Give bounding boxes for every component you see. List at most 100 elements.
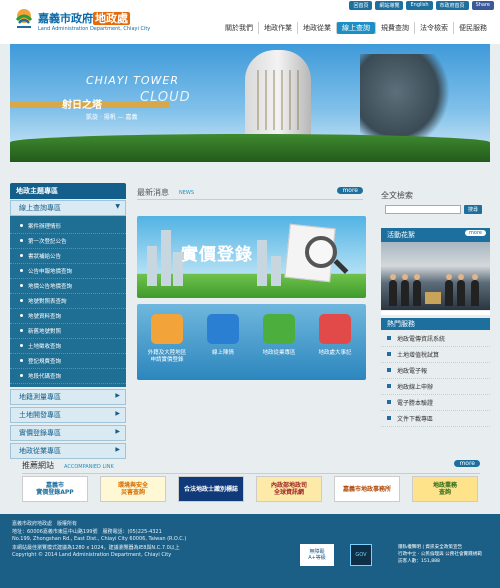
nav-fees[interactable]: 規費查詢 [375,22,414,34]
main-nav: 關於我們 地政作業 地政從業 線上查詢 規費查詢 法令檢索 便民服務 [220,22,492,34]
util-english-link[interactable]: English [406,1,433,10]
site-title-en: Land Administration Department, Chiayi C… [38,26,151,32]
sidebar-item[interactable]: 登記規費查詢 [10,354,126,369]
link-disaster[interactable]: 環境與安全 災害查詢 [100,476,166,502]
sidebar-section-online-query[interactable]: 線上查詢專區 ▼ [10,200,126,216]
person-figure [457,274,465,306]
icon-practitioner-zone[interactable]: 地政從業專區 [253,310,305,378]
chevron-down-icon: ▼ [115,203,120,210]
services-list: 地政電傳資訊系統 土地增值稅試算 地政電子報 地政線上申辦 電子謄本驗證 文件下… [381,331,490,427]
nav-operations[interactable]: 地政作業 [258,22,297,34]
link-practitioner-logo[interactable]: 合法地政士識別標誌 [178,476,244,502]
sidebar-section-survey[interactable]: 地籍測量專區 ▶ [10,389,126,405]
link-land-query[interactable]: 地政業務 查詢 [412,476,478,502]
hero-banner: CHIAYI TOWER 射日之塔 CLOUD 凱旋 · 揚帆 — 嘉義 [10,44,490,162]
util-sitemap-link[interactable]: 網站導覽 [375,1,404,10]
city-logo-icon[interactable] [14,8,34,30]
chevron-right-icon: ▶ [115,410,120,417]
service-item[interactable]: 地政電傳資訊系統 [381,331,490,347]
building-shape [147,246,157,286]
left-sidebar: 地政主題專區 線上查詢專區 ▼ 案件辦理情形 第一次登記公告 書狀補給公告 公告… [10,183,126,459]
service-item[interactable]: 地政線上申辦 [381,379,490,395]
nav-about[interactable]: 關於我們 [220,22,258,34]
facebook-share-button[interactable]: Share [471,1,494,10]
icon-label: 線上陳情 [211,350,234,356]
person-figure [445,274,453,306]
email-icon [207,314,239,344]
sidebar-list: 案件辦理情形 第一次登記公告 書狀補給公告 公告申報地價查詢 地價公告地價查詢 … [10,216,126,387]
sidebar-section-label: 地籍測量專區 [19,393,61,401]
banner-title-zh: 射日之塔 [62,100,102,111]
sidebar-section-label: 地政從業專區 [19,447,61,455]
links-title: 推薦網站 [22,461,54,470]
icon-milestones[interactable]: 地政處大事記 [309,310,361,378]
link-land-office[interactable]: 嘉義市地政事務所 [334,476,400,502]
util-home-link[interactable]: 回首頁 [349,1,373,10]
icon-foreign-registration[interactable]: 外籍及大陸地區 申請實價登錄 [141,310,193,378]
activity-more-button[interactable]: more [465,230,486,236]
footer-address: 地址：60006嘉義市東區中山路199號 服務電話：(05)225-4321 [12,529,162,535]
sidebar-item[interactable]: 新舊地號對照 [10,324,126,339]
services-header: 熱門服務 [381,318,490,330]
banner-slogan: 凱旋 · 揚帆 — 嘉義 [86,114,138,121]
news-title-en: NEWS [179,190,195,196]
person-figure [471,274,479,306]
trees-image [10,134,490,162]
link-interior-ministry[interactable]: 內政部地政司 全球資訊網 [256,476,322,502]
promo-label: 實價登錄 [181,245,253,265]
nav-services[interactable]: 便民服務 [453,22,492,34]
person-figure [413,274,421,306]
sidebar-item[interactable]: 公告申報地價查詢 [10,264,126,279]
chevron-right-icon: ▶ [115,428,120,435]
nav-laws[interactable]: 法令檢索 [414,22,453,34]
carousel-indicator[interactable] [381,311,490,315]
util-city-home-link[interactable]: 市政府首頁 [435,1,469,10]
accessibility-badge[interactable]: 無障礙 A+等級 [300,544,334,566]
sidebar-item[interactable]: 地段代碼查詢 [10,369,126,384]
sidebar-section-development[interactable]: 土地開發專區 ▶ [10,407,126,423]
chevron-right-icon: ▶ [115,446,120,453]
service-item[interactable]: 電子謄本驗證 [381,395,490,411]
sidebar-heading: 地政主題專區 [10,183,126,199]
search-title: 全文檢索 [381,191,413,200]
gov-badge[interactable]: GOV [350,544,372,566]
sidebar-item[interactable]: 地號對照表查詢 [10,294,126,309]
activity-title: 活動花絮 [387,231,415,239]
icon-label: 地政處大事記 [318,350,352,356]
privacy-link[interactable]: 隱私權聲明 | 資訊安全政策宣告 [398,544,482,551]
nav-online-query[interactable]: 線上查詢 [336,22,375,34]
search-input[interactable] [385,205,461,214]
nav-practitioners[interactable]: 地政從業 [297,22,336,34]
icon-online-petition[interactable]: 線上陳情 [197,310,249,378]
quick-icons: 外籍及大陸地區 申請實價登錄 線上陳情 地政從業專區 地政處大事記 [137,304,366,380]
search-button[interactable]: 搜尋 [464,205,483,214]
link-price-app[interactable]: 嘉義市 實價登錄APP [22,476,88,502]
news-more-button[interactable]: more [337,187,363,194]
icon-label: 外籍及大陸地區 申請實價登錄 [147,350,187,363]
links-divider [22,473,480,474]
ethics-link[interactable]: 行政中立 · 公民倫理與 公務社會實踐規範 [398,551,482,558]
sidebar-section-price[interactable]: 實價登錄專區 ▶ [10,425,126,441]
magnifier-handle [333,259,349,274]
service-item[interactable]: 文件下載專區 [381,411,490,427]
links-more-button[interactable]: more [454,460,480,467]
activity-photo[interactable] [381,242,490,310]
sidebar-item[interactable]: 案件辦理情形 [10,219,126,234]
sidebar-item[interactable]: 地號資料查詢 [10,309,126,324]
sidebar-item[interactable]: 第一次登記公告 [10,234,126,249]
monitor-icon [263,314,295,344]
price-registration-promo[interactable]: 實價登錄 [137,216,366,298]
service-item[interactable]: 地政電子報 [381,363,490,379]
service-item[interactable]: 土地增值稅試算 [381,347,490,363]
magnifier-icon [305,236,337,268]
sidebar-item[interactable]: 書狀補給公告 [10,249,126,264]
news-title: 最新消息 [137,188,169,197]
person-figure [389,274,397,306]
sidebar-item[interactable]: 地價公告地價查詢 [10,279,126,294]
links-title-en: ACCOMPANIED LINK [64,464,114,470]
site-title[interactable]: 嘉義市政府 地政處 [38,10,130,26]
building-shape [271,256,281,286]
building-shape [257,240,267,286]
banner-title-en: CHIAYI TOWER [86,74,180,87]
sidebar-item[interactable]: 土地徵收查詢 [10,339,126,354]
